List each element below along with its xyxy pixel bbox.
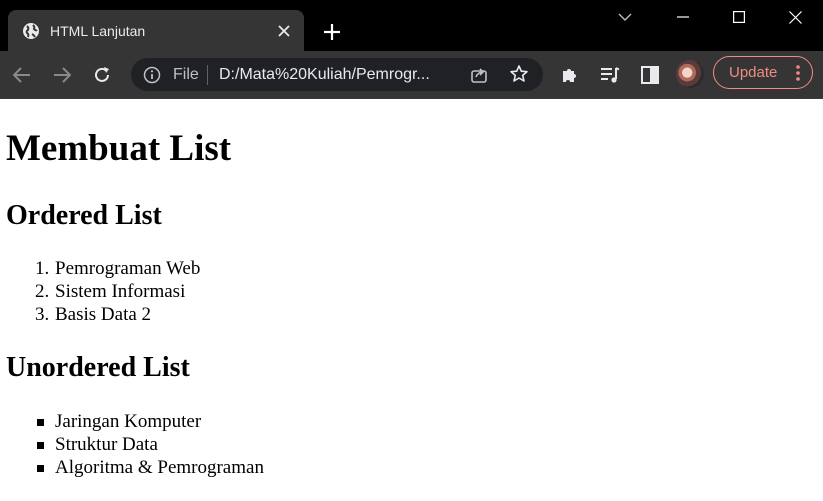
side-panel-button[interactable]	[636, 61, 664, 89]
arrow-left-icon	[13, 67, 30, 83]
list-item: Struktur Data	[0, 433, 264, 456]
update-button[interactable]: Update	[713, 56, 813, 89]
close-icon	[788, 10, 802, 24]
info-icon[interactable]	[143, 66, 161, 84]
list-item: Algoritma & Pemrograman	[0, 456, 264, 479]
minimize-icon	[677, 16, 689, 18]
ordered-list: 1. Pemrograman Web 2. Sistem Informasi 3…	[0, 257, 200, 326]
globe-icon	[22, 22, 40, 40]
plus-icon	[324, 24, 340, 40]
ordered-list-heading: Ordered List	[6, 200, 162, 231]
maximize-icon	[733, 11, 745, 23]
media-control-button[interactable]	[596, 61, 624, 89]
square-bullet-icon	[37, 442, 44, 449]
scheme-label: File	[173, 66, 199, 83]
list-item: 2. Sistem Informasi	[0, 280, 200, 303]
maximize-button[interactable]	[711, 0, 767, 34]
list-item-text: Algoritma & Pemrograman	[55, 457, 264, 478]
list-item-number: 3.	[35, 304, 50, 325]
list-item: Jaringan Komputer	[0, 410, 264, 433]
list-item-text: Jaringan Komputer	[55, 411, 202, 432]
browser-tab[interactable]: HTML Lanjutan	[8, 10, 304, 51]
list-item-text: Sistem Informasi	[55, 281, 186, 302]
list-item: 3. Basis Data 2	[0, 303, 200, 326]
star-icon[interactable]	[509, 64, 529, 84]
address-separator	[207, 65, 208, 85]
puzzle-icon	[563, 69, 576, 82]
tab-search-button[interactable]	[597, 0, 653, 34]
tab-title: HTML Lanjutan	[50, 23, 146, 39]
unordered-list-heading: Unordered List	[6, 352, 190, 383]
extensions-button[interactable]	[556, 61, 584, 89]
reload-icon	[95, 67, 109, 82]
url-text[interactable]: D:/Mata%20Kuliah/Pemrogr...	[219, 66, 430, 84]
unordered-list: Jaringan Komputer Struktur Data Algoritm…	[0, 410, 264, 479]
address-bar[interactable]: File D:/Mata%20Kuliah/Pemrogr...	[131, 58, 543, 91]
square-bullet-icon	[37, 465, 44, 472]
forward-button[interactable]	[48, 61, 76, 89]
list-item-number: 2.	[35, 281, 50, 302]
tab-close-icon[interactable]	[274, 21, 294, 41]
share-icon[interactable]	[469, 65, 489, 85]
update-label: Update	[729, 64, 778, 81]
close-window-button[interactable]	[767, 0, 823, 34]
list-item-number: 1.	[35, 258, 50, 279]
chevron-down-icon	[618, 13, 632, 21]
minimize-button[interactable]	[655, 0, 711, 34]
arrow-right-icon	[54, 67, 71, 83]
side-panel-icon	[641, 66, 659, 84]
list-item-text: Struktur Data	[55, 434, 158, 455]
page-content: Membuat List Ordered List 1. Pemrograman…	[0, 98, 823, 501]
list-item-text: Basis Data 2	[55, 304, 152, 325]
page-title: Membuat List	[6, 128, 232, 169]
back-button[interactable]	[8, 61, 36, 89]
square-bullet-icon	[37, 419, 44, 426]
more-vertical-icon[interactable]	[796, 65, 800, 81]
profile-avatar[interactable]	[676, 60, 704, 88]
list-item: 1. Pemrograman Web	[0, 257, 200, 280]
reload-button[interactable]	[88, 61, 116, 89]
browser-title-bar: HTML Lanjutan	[0, 0, 823, 51]
list-item-text: Pemrograman Web	[55, 258, 201, 279]
new-tab-button[interactable]	[318, 18, 346, 46]
playlist-icon	[601, 67, 620, 83]
